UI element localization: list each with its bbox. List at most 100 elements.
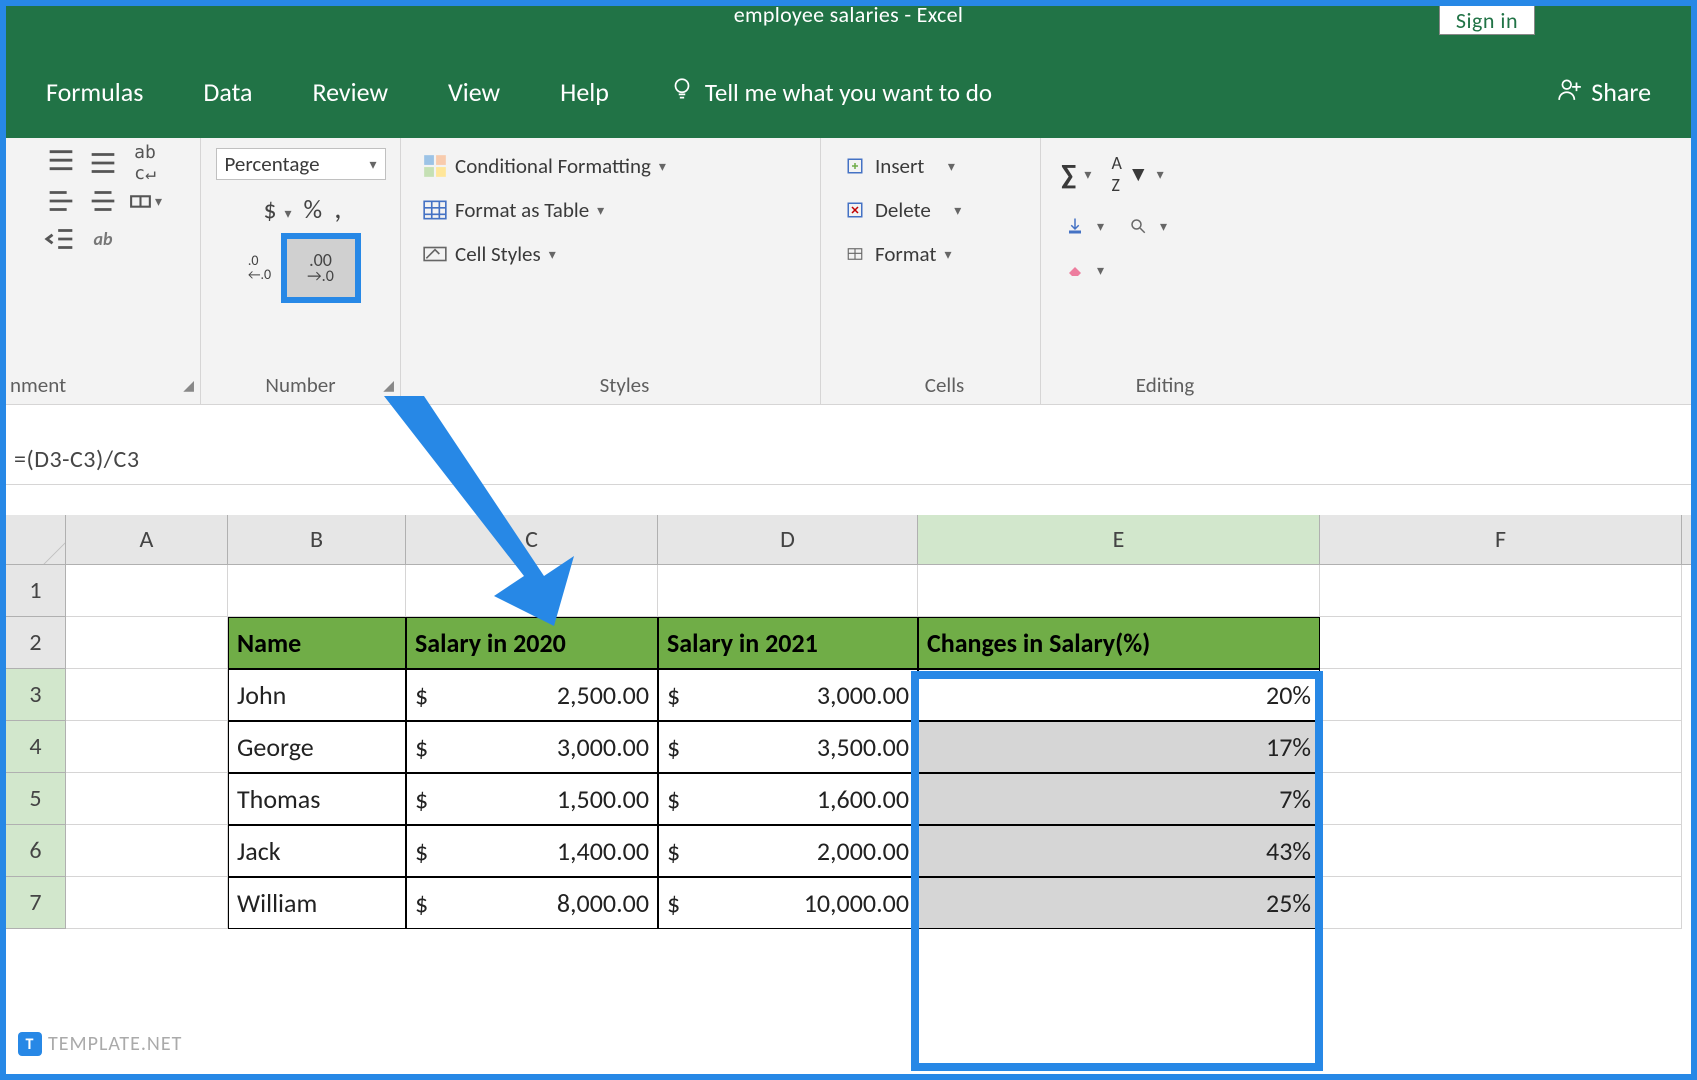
conditional-formatting-icon xyxy=(421,152,449,180)
conditional-formatting-button[interactable]: Conditional Formatting▾ xyxy=(415,148,672,184)
tab-help[interactable]: Help xyxy=(560,76,609,108)
cell[interactable] xyxy=(406,565,658,617)
align-left-icon[interactable] xyxy=(44,186,78,216)
decrease-decimal-button[interactable]: .00 →.0 xyxy=(281,233,361,303)
table-header[interactable]: Name xyxy=(228,617,406,669)
number-format-select[interactable]: Percentage ▾ xyxy=(216,148,386,180)
tab-formulas[interactable]: Formulas xyxy=(46,76,143,108)
cell[interactable] xyxy=(66,721,228,773)
rowhdr-6[interactable]: 6 xyxy=(6,825,66,877)
cell[interactable] xyxy=(66,669,228,721)
signin-button[interactable]: Sign in xyxy=(1439,5,1535,35)
table-cell-selected[interactable]: 25% xyxy=(918,877,1320,929)
cell[interactable] xyxy=(1320,565,1682,617)
delete-cells-icon xyxy=(841,196,869,224)
table-cell[interactable]: John xyxy=(228,669,406,721)
merge-cells-icon[interactable]: ▾ xyxy=(128,186,162,216)
tab-data[interactable]: Data xyxy=(203,76,252,108)
cell[interactable] xyxy=(1320,721,1682,773)
cell[interactable] xyxy=(66,565,228,617)
maximize-icon[interactable] xyxy=(1617,13,1637,40)
increase-decimal-button[interactable]: .0←.0 xyxy=(245,253,275,283)
table-header[interactable]: Changes in Salary(%) xyxy=(918,617,1320,669)
table-cell[interactable]: William xyxy=(228,877,406,929)
rowhdr-4[interactable]: 4 xyxy=(6,721,66,773)
table-header[interactable]: Salary in 2020 xyxy=(406,617,658,669)
group-cells: Insert ▾ Delete ▾ Format▾ Cells xyxy=(821,138,1041,404)
tellme-search[interactable]: Tell me what you want to do xyxy=(669,76,992,109)
cell[interactable] xyxy=(66,773,228,825)
cell[interactable] xyxy=(1320,825,1682,877)
colhdr-a[interactable]: A xyxy=(66,515,228,564)
align-center-icon[interactable] xyxy=(86,186,120,216)
share-button[interactable]: Share xyxy=(1557,76,1651,109)
colhdr-f[interactable]: F xyxy=(1320,515,1682,564)
format-as-table-button[interactable]: Format as Table▾ xyxy=(415,192,672,228)
decrease-indent-icon[interactable] xyxy=(44,224,78,254)
rowhdr-3[interactable]: 3 xyxy=(6,669,66,721)
fill-button[interactable]: ▾ xyxy=(1055,208,1110,244)
rowhdr-5[interactable]: 5 xyxy=(6,773,66,825)
table-cell[interactable]: $8,000.00 xyxy=(406,877,658,929)
cell[interactable] xyxy=(1320,773,1682,825)
delete-cells-button[interactable]: Delete ▾ xyxy=(835,192,967,228)
minimize-icon[interactable] xyxy=(1583,13,1603,40)
cell[interactable] xyxy=(1320,877,1682,929)
table-cell[interactable]: $3,500.00 xyxy=(658,721,918,773)
sort-filter-button[interactable]: AZ▼ ▾ xyxy=(1105,148,1169,200)
find-select-button[interactable]: ▾ xyxy=(1118,208,1173,244)
table-cell-selected[interactable]: 43% xyxy=(918,825,1320,877)
title-sep: - xyxy=(904,1,916,28)
cell[interactable] xyxy=(66,617,228,669)
table-cell-active[interactable]: 20% xyxy=(918,669,1320,721)
table-cell-selected[interactable]: 17% xyxy=(918,721,1320,773)
table-cell[interactable]: $1,400.00 xyxy=(406,825,658,877)
table-cell[interactable]: $2,000.00 xyxy=(658,825,918,877)
format-cells-button[interactable]: Format▾ xyxy=(835,236,967,272)
table-cell[interactable]: $3,000.00 xyxy=(658,669,918,721)
table-cell[interactable]: Jack xyxy=(228,825,406,877)
table-cell[interactable]: $2,500.00 xyxy=(406,669,658,721)
cell[interactable] xyxy=(228,565,406,617)
align-top-icon[interactable] xyxy=(44,148,78,178)
wrap-text-icon[interactable]: abc↵ xyxy=(128,148,162,178)
autosum-button[interactable]: ∑ ▾ xyxy=(1055,153,1097,196)
cell[interactable] xyxy=(66,877,228,929)
percent-format-button[interactable]: % xyxy=(304,193,323,225)
table-cell[interactable]: Thomas xyxy=(228,773,406,825)
table-cell[interactable]: $10,000.00 xyxy=(658,877,918,929)
comma-format-button[interactable]: , xyxy=(334,190,342,227)
cell[interactable] xyxy=(1320,669,1682,721)
table-header[interactable]: Salary in 2021 xyxy=(658,617,918,669)
ribbon-options-icon[interactable] xyxy=(1549,13,1569,40)
align-middle-icon[interactable] xyxy=(86,148,120,178)
clear-button[interactable]: ▾ xyxy=(1055,252,1110,288)
tab-review[interactable]: Review xyxy=(312,76,388,108)
cell[interactable] xyxy=(658,565,918,617)
cell[interactable] xyxy=(66,825,228,877)
table-cell[interactable]: $1,500.00 xyxy=(406,773,658,825)
cell[interactable] xyxy=(918,565,1320,617)
select-all-corner[interactable] xyxy=(6,515,66,564)
cell-styles-button[interactable]: Cell Styles▾ xyxy=(415,236,672,272)
colhdr-b[interactable]: B xyxy=(228,515,406,564)
table-cell[interactable]: George xyxy=(228,721,406,773)
insert-cells-label: Insert xyxy=(875,153,924,179)
formula-bar[interactable]: =(D3-C3)/C3 xyxy=(6,435,1691,485)
colhdr-c[interactable]: C xyxy=(406,515,658,564)
table-cell[interactable]: $3,000.00 xyxy=(406,721,658,773)
accounting-format-button[interactable]: $ ▾ xyxy=(263,193,291,225)
table-cell[interactable]: $1,600.00 xyxy=(658,773,918,825)
rowhdr-1[interactable]: 1 xyxy=(6,565,66,617)
rowhdr-7[interactable]: 7 xyxy=(6,877,66,929)
rowhdr-2[interactable]: 2 xyxy=(6,617,66,669)
close-icon[interactable] xyxy=(1651,13,1671,40)
colhdr-d[interactable]: D xyxy=(658,515,918,564)
tab-view[interactable]: View xyxy=(448,76,500,108)
format-cells-icon xyxy=(841,240,869,268)
cell[interactable] xyxy=(1320,617,1682,669)
insert-cells-button[interactable]: Insert ▾ xyxy=(835,148,967,184)
orientation-icon[interactable]: ab xyxy=(86,224,120,254)
table-cell-selected[interactable]: 7% xyxy=(918,773,1320,825)
colhdr-e[interactable]: E xyxy=(918,515,1320,564)
